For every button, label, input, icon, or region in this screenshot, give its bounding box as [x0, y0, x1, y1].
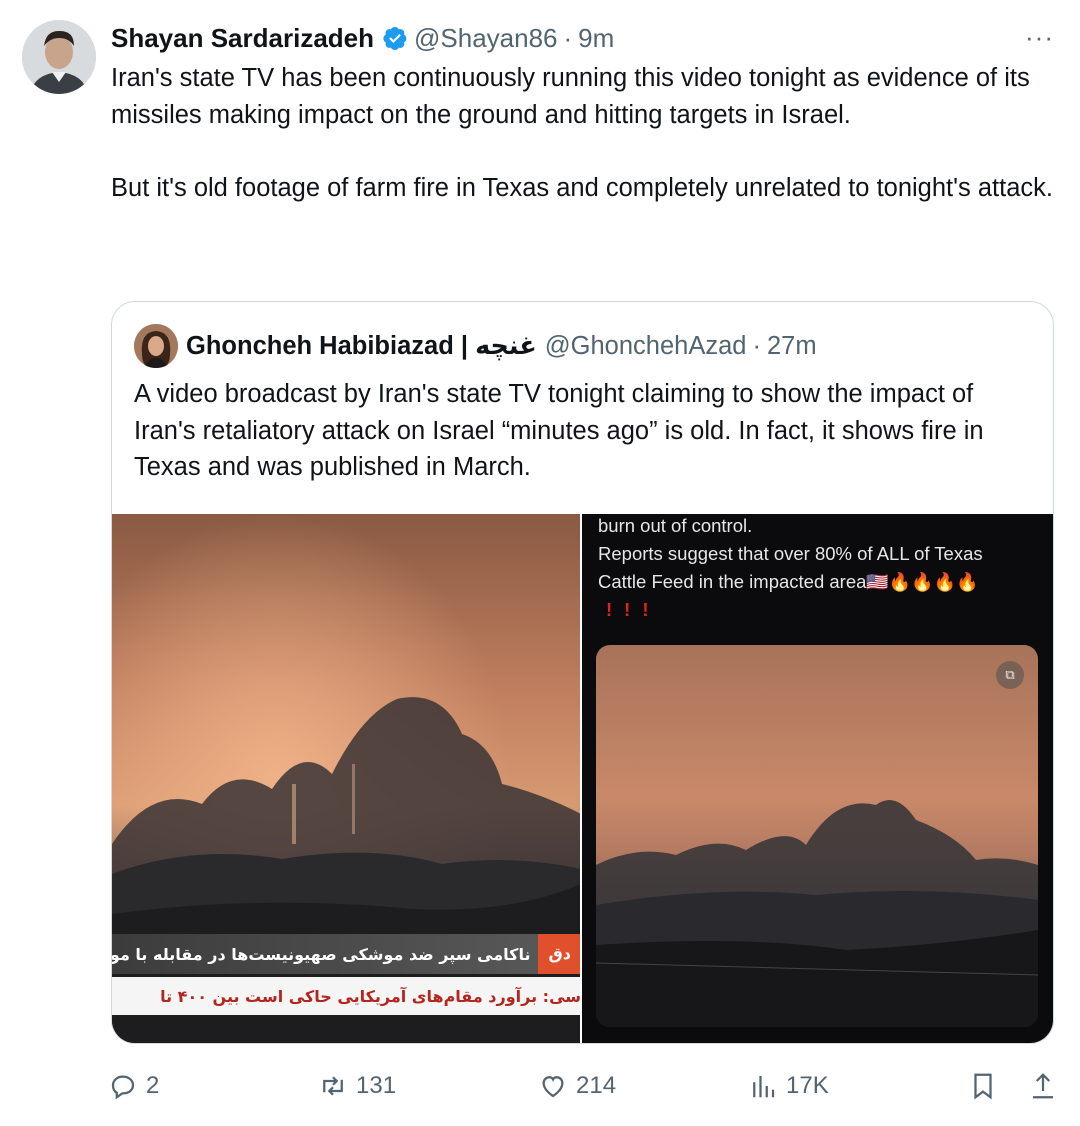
tweet-paragraph-1: Iran's state TV has been continuously ru…	[111, 64, 1030, 129]
flag-fire-emoji-icon: 🇺🇸🔥🔥🔥🔥	[866, 572, 979, 592]
tweet-timestamp[interactable]: 9m	[578, 23, 614, 54]
heart-icon	[542, 1076, 564, 1098]
bookmark-icon	[974, 1073, 992, 1100]
bookmark-button[interactable]	[968, 1068, 1006, 1104]
more-options-icon[interactable]: ···	[1025, 24, 1054, 50]
ticker-headline-text: ناکامی سپر ضد موشکی صهیونیست‌ها در مقابل…	[112, 944, 531, 964]
news-ticker-headline: ناکامی سپر ضد موشکی صهیونیست‌ها در مقابل…	[112, 934, 580, 974]
tweet-header: Shayan Sardarizadeh @Shayan86 · 9m	[111, 20, 614, 56]
ticker-sub-text: سی: برآورد مقام‌های آمریکایی حاکی است بی…	[160, 986, 580, 1006]
retweet-count: 131	[356, 1072, 397, 1099]
quote-author-handle[interactable]: @GhonchehAzad	[545, 332, 747, 361]
news-ticker-sub: سی: برآورد مقام‌های آمریکایی حاکی است بی…	[112, 977, 580, 1015]
quote-header: Ghoncheh Habibiazad | غنچه @GhonchehAzad…	[186, 328, 817, 364]
media-image-left[interactable]: ناکامی سپر ضد موشکی صهیونیست‌ها در مقابل…	[112, 514, 580, 1043]
quoted-tweet[interactable]: Ghoncheh Habibiazad | غنچه @GhonchehAzad…	[111, 301, 1054, 1044]
like-count: 214	[576, 1072, 617, 1099]
media-grid: ناکامی سپر ضد موشکی صهیونیست‌ها در مقابل…	[112, 514, 1053, 1043]
tweet-paragraph-2: But it's old footage of farm fire in Tex…	[111, 173, 1053, 202]
fire-scene-right	[596, 645, 1038, 1027]
like-button[interactable]: 214	[538, 1068, 616, 1104]
exclamation-marks: !!!	[606, 599, 661, 620]
quote-author-avatar[interactable]	[134, 324, 178, 368]
views-icon	[753, 1076, 775, 1098]
share-icon	[1033, 1073, 1053, 1099]
quote-separator: ·	[752, 331, 761, 360]
share-button[interactable]	[1028, 1068, 1066, 1104]
quote-timestamp[interactable]: 27m	[767, 332, 817, 361]
ticker-tag: دق	[538, 934, 580, 974]
screenshot-caption: burn out of control. Reports suggest tha…	[598, 514, 1048, 624]
reply-button[interactable]: 2	[108, 1068, 159, 1104]
views-count: 17K	[786, 1072, 829, 1099]
tweet-text: Iran's state TV has been continuously ru…	[111, 60, 1061, 206]
caption-line-2: Reports suggest that over 80% of ALL of …	[598, 543, 983, 564]
retweet-button[interactable]: 131	[318, 1068, 396, 1104]
author-avatar[interactable]	[22, 20, 96, 94]
embedded-video[interactable]: ⧉	[596, 645, 1038, 1027]
caption-line-3: Cattle Feed in the impacted area	[598, 571, 867, 592]
media-image-right[interactable]: burn out of control. Reports suggest tha…	[582, 514, 1053, 1043]
quote-text: A video broadcast by Iran's state TV ton…	[134, 380, 984, 481]
retweet-icon	[323, 1076, 343, 1096]
reply-icon	[111, 1075, 135, 1100]
views-button[interactable]: 17K	[748, 1068, 829, 1104]
author-name[interactable]: Shayan Sardarizadeh	[111, 23, 374, 54]
reply-count: 2	[146, 1072, 160, 1099]
action-bar: 2 131 214 17K	[108, 1068, 1068, 1104]
author-handle[interactable]: @Shayan86	[414, 23, 558, 54]
verified-badge-icon	[382, 25, 408, 51]
separator: ·	[563, 22, 573, 53]
quote-author-name[interactable]: Ghoncheh Habibiazad | غنچه	[186, 331, 537, 361]
caption-line-1: burn out of control.	[598, 515, 753, 536]
media-badge-icon[interactable]: ⧉	[996, 661, 1024, 689]
